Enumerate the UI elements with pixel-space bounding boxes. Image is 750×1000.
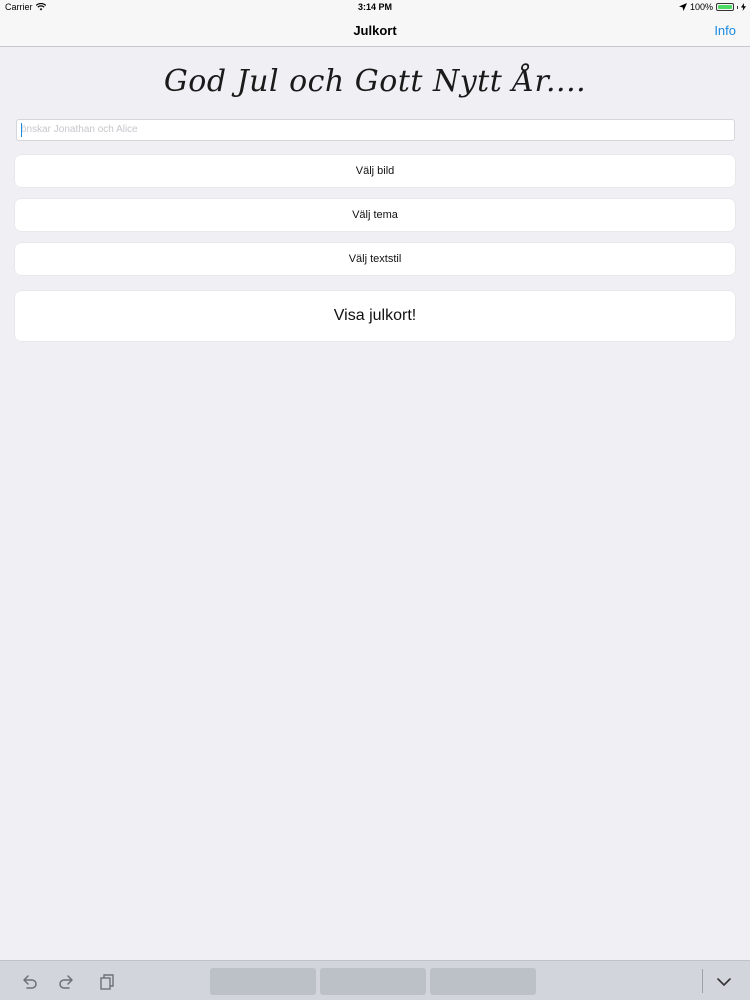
info-button[interactable]: Info <box>714 14 736 47</box>
suggestion-slot-2[interactable] <box>320 968 426 995</box>
undo-icon[interactable] <box>20 973 38 991</box>
location-arrow-icon <box>678 3 687 11</box>
suggestion-slot-1[interactable] <box>210 968 316 995</box>
status-time: 3:14 PM <box>357 2 392 12</box>
choose-text-style-button[interactable]: Välj textstil <box>15 243 735 275</box>
toolbar-divider <box>702 969 703 993</box>
charging-icon <box>741 3 746 11</box>
choose-theme-button[interactable]: Välj tema <box>15 199 735 231</box>
navigation-bar: Julkort Info <box>0 14 750 47</box>
greeting-headline: God Jul och Gott Nytt År.... <box>163 64 587 99</box>
status-right: 100% <box>678 0 746 14</box>
battery-fill <box>718 5 732 9</box>
redo-icon[interactable] <box>58 973 76 991</box>
choose-image-button[interactable]: Välj bild <box>15 155 735 187</box>
status-bar: Carrier 3:14 PM 100% <box>0 0 750 14</box>
greeting-text-field[interactable]: önskar Jonathan och Alice <box>16 119 735 141</box>
suggestion-slot-3[interactable] <box>430 968 536 995</box>
show-card-button[interactable]: Visa julkort! <box>15 291 735 341</box>
keyboard-shortcut-bar <box>0 960 750 1000</box>
keyboard-dismiss-icon[interactable] <box>715 973 733 991</box>
paste-icon[interactable] <box>98 973 116 991</box>
nav-title: Julkort <box>353 23 397 38</box>
text-field-placeholder: önskar Jonathan och Alice <box>21 124 138 135</box>
battery-icon <box>716 3 734 11</box>
battery-percent: 100% <box>689 2 713 12</box>
text-cursor <box>21 123 22 137</box>
battery-tip <box>737 5 738 9</box>
